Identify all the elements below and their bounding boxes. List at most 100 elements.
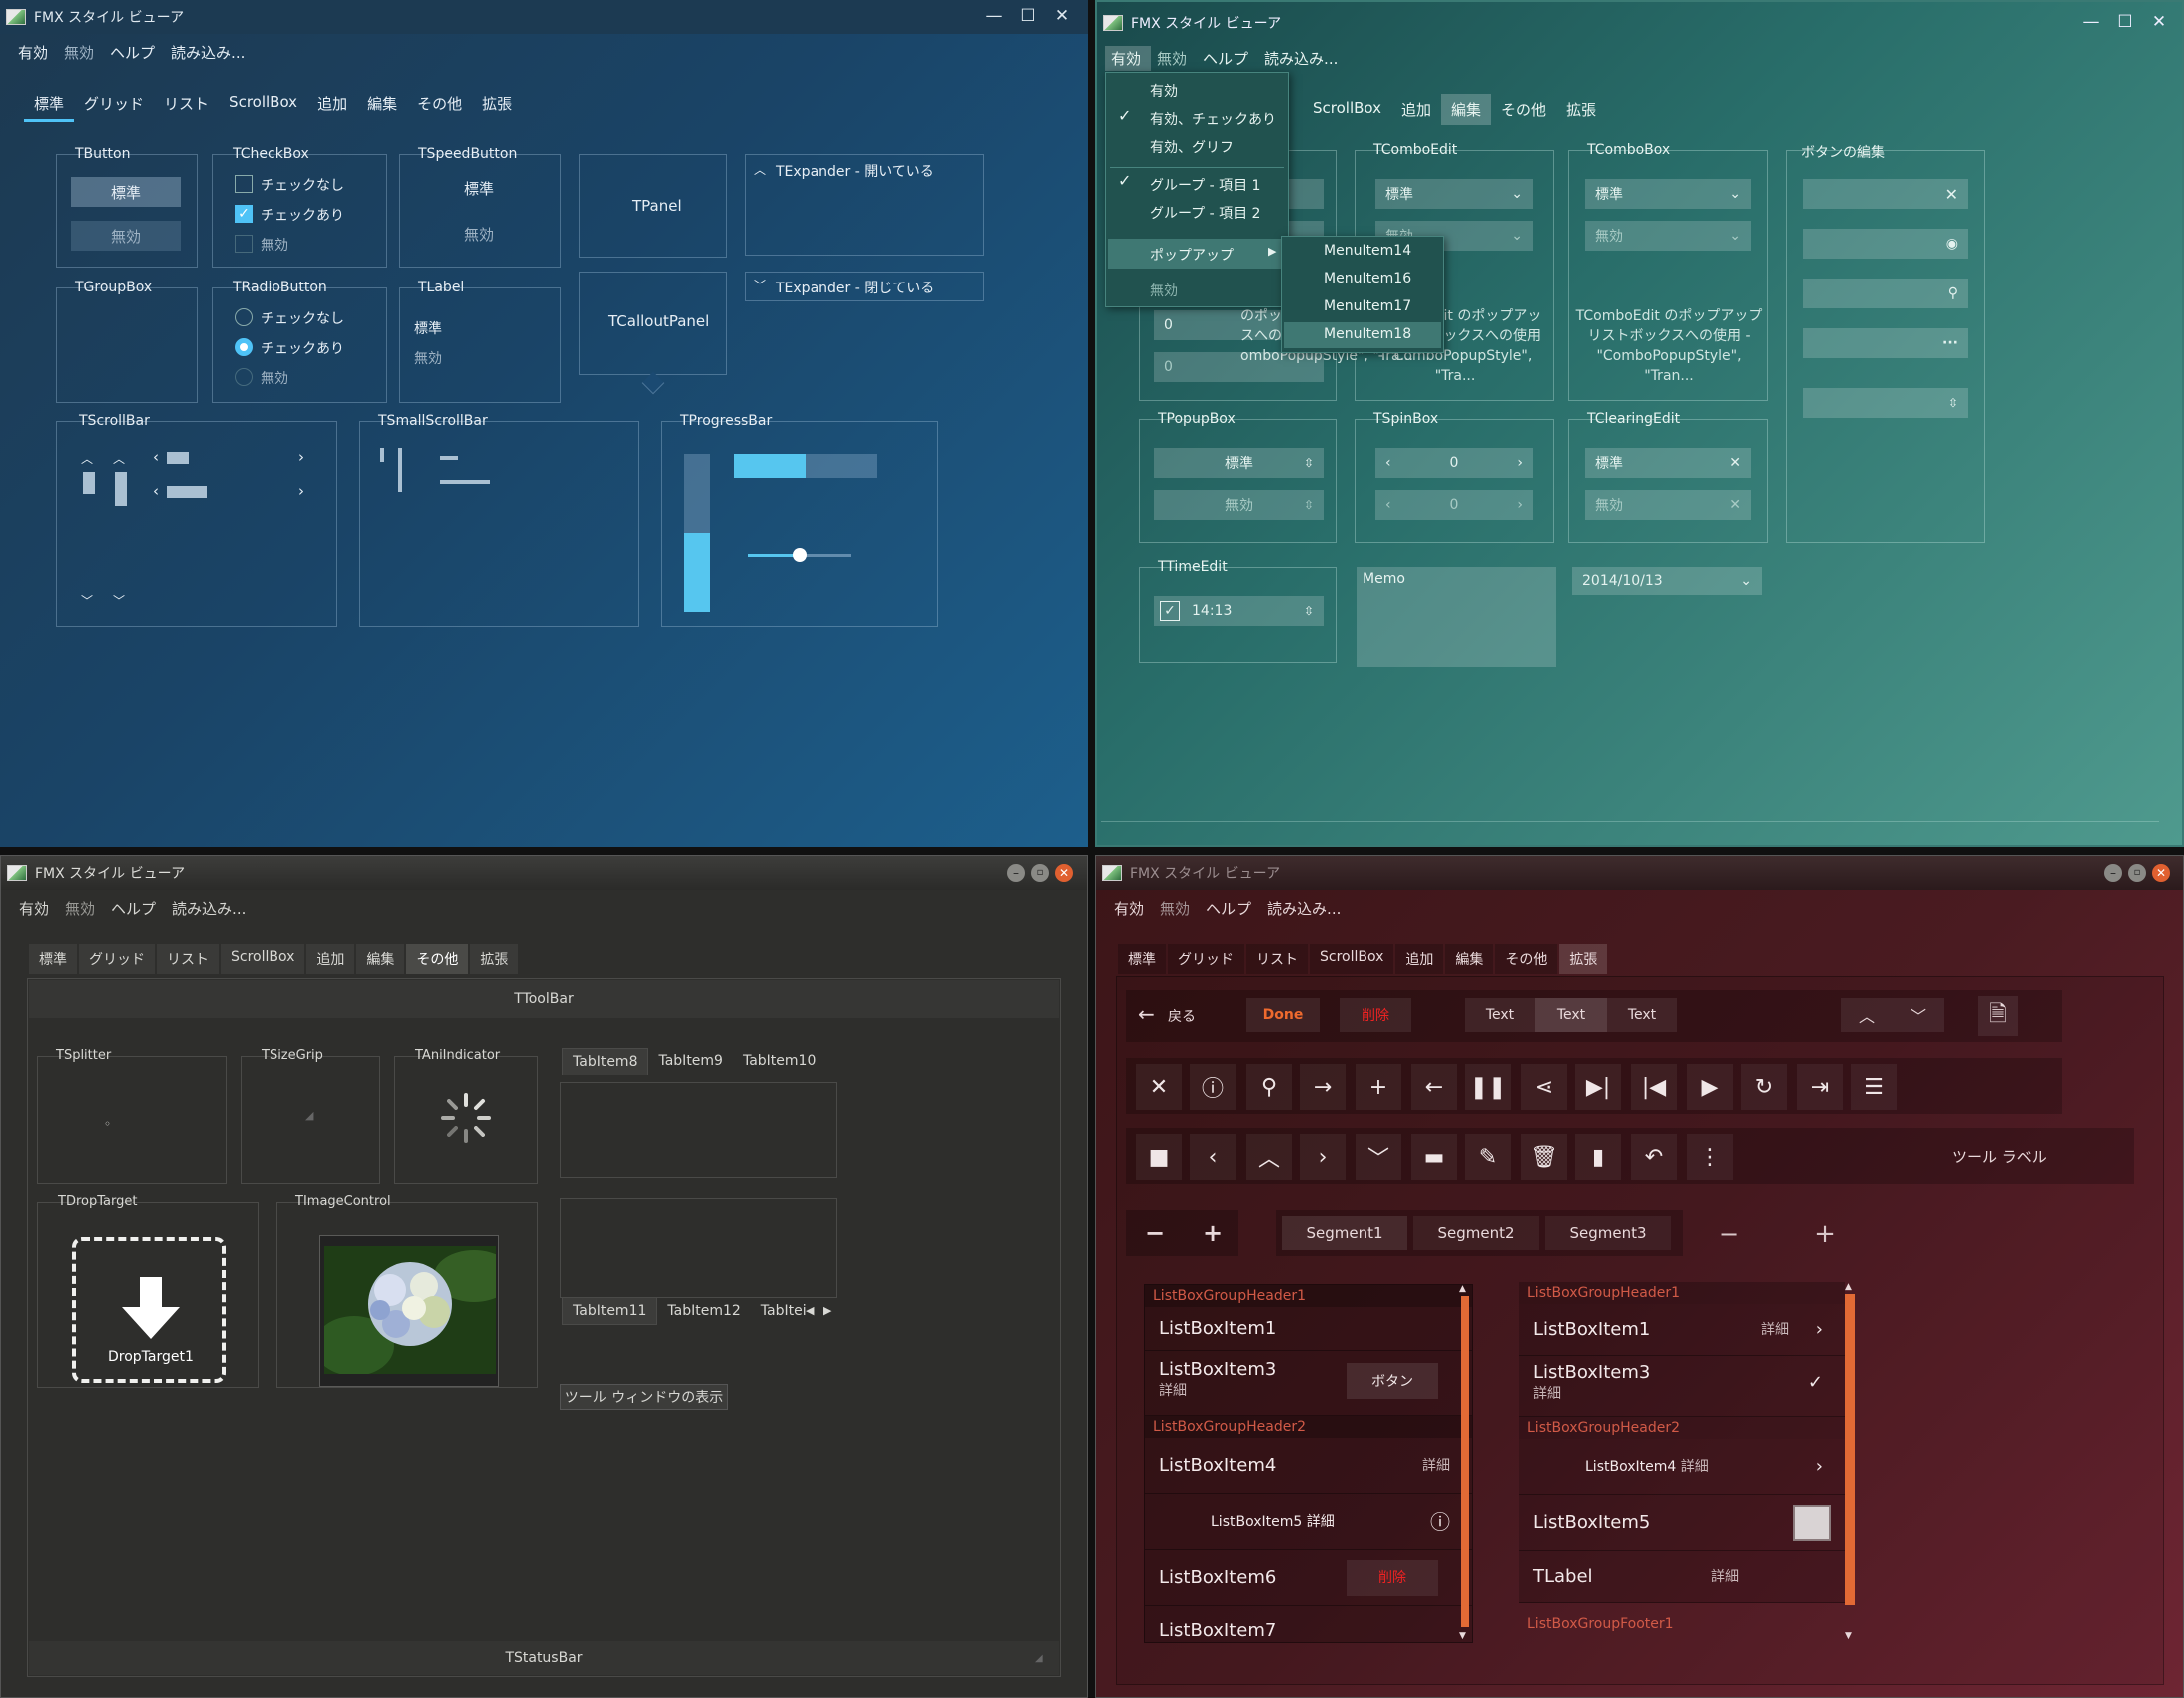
step-forward-icon[interactable]: ▶| — [1575, 1064, 1621, 1110]
menu-load[interactable]: 読み込み... — [166, 896, 256, 921]
date-edit[interactable]: 2014/10/13 ⌄ — [1572, 567, 1762, 595]
spin-box-disabled[interactable]: ‹ 0 › — [1375, 490, 1533, 520]
trackbar-thumb[interactable] — [793, 548, 807, 562]
submenu-item-highlight[interactable]: MenuItem18 — [1284, 322, 1441, 348]
done-button[interactable]: Done — [1246, 998, 1320, 1032]
plus-icon[interactable]: + — [1356, 1064, 1401, 1110]
tab-add[interactable]: 追加 — [1395, 944, 1444, 974]
segment-2[interactable]: Segment2 — [1413, 1216, 1539, 1250]
maximize-icon[interactable]: ☐ — [1016, 8, 1040, 25]
segment-3[interactable]: Segment3 — [1545, 1216, 1671, 1250]
submenu-item[interactable]: MenuItem14 — [1324, 243, 1411, 259]
size-grip-icon[interactable]: ◢ — [1035, 1653, 1043, 1664]
more-vertical-icon[interactable]: ⋮ — [1687, 1134, 1733, 1180]
radio-checked[interactable] — [235, 338, 253, 356]
checkbox-unchecked[interactable] — [235, 175, 253, 193]
tab-edit[interactable]: 編集 — [357, 88, 407, 122]
document-icon[interactable]: 🗎 — [1978, 996, 2018, 1036]
play-icon[interactable]: ▶ — [1687, 1064, 1733, 1110]
clearing-edit[interactable]: 標準 ✕ — [1585, 448, 1751, 478]
back-button[interactable]: 戻る — [1168, 1006, 1196, 1026]
tab-scrollbox[interactable]: ScrollBox — [1303, 94, 1391, 125]
tab-edit[interactable]: 編集 — [1441, 94, 1492, 125]
ellipsis-edit[interactable]: ··· — [1803, 328, 1968, 358]
arrow-left-icon[interactable]: ← — [1138, 1002, 1155, 1026]
delete-button[interactable]: 削除 — [1347, 1560, 1438, 1596]
scroll-up-icon[interactable]: ▲ — [1459, 1284, 1466, 1294]
tab-extend[interactable]: 拡張 — [470, 944, 519, 974]
tab-list[interactable]: リスト — [157, 944, 219, 974]
plus-icon[interactable]: + — [1192, 1216, 1234, 1250]
close-icon[interactable]: ✕ — [2147, 14, 2171, 31]
listbox-right[interactable]: ListBoxGroupHeader1 ListBoxItem1 詳細 › Li… — [1519, 1282, 1845, 1643]
menu-item-disabled[interactable]: 無効 — [1150, 281, 1178, 300]
segment-text-1[interactable]: Text — [1465, 998, 1535, 1032]
radio-disabled[interactable] — [235, 368, 253, 386]
tab-scroll-left-icon[interactable]: ◀ — [806, 1304, 814, 1317]
tab-standard[interactable]: 標準 — [29, 944, 77, 974]
arrow-right-icon[interactable]: → — [1300, 1064, 1346, 1110]
checkbox-checked[interactable]: ✓ — [1160, 601, 1180, 621]
chevron-left-icon[interactable]: ‹ — [1190, 1134, 1236, 1180]
menu-disabled[interactable]: 無効 — [1154, 896, 1200, 921]
menu-help[interactable]: ヘルプ — [1197, 46, 1258, 71]
menu-enabled[interactable]: 有効 — [1108, 896, 1154, 921]
chevron-up-icon[interactable]: ︿ — [1246, 1134, 1292, 1180]
tab-standard[interactable]: 標準 — [24, 88, 75, 122]
minimize-icon[interactable]: — — [982, 8, 1006, 25]
reply-icon[interactable]: ↶ — [1631, 1134, 1677, 1180]
close-icon[interactable]: ✕ — [1945, 185, 1958, 204]
scroll-down-icon[interactable]: ﹀ — [81, 592, 93, 609]
time-edit[interactable]: ✓ 14:13 ⇳ — [1154, 596, 1324, 626]
list-item[interactable]: TLabel 詳細 — [1519, 1551, 1845, 1603]
combo-box[interactable]: 標準 ⌄ — [1585, 179, 1751, 209]
minus-icon[interactable]: − — [1709, 1218, 1749, 1250]
clear-edit[interactable]: ✕ — [1803, 179, 1968, 209]
list-item[interactable]: ListBoxItem3 詳細 ボタン — [1145, 1351, 1472, 1416]
menu-icon[interactable]: ☰ — [1851, 1064, 1897, 1110]
menu-enabled[interactable]: 有効 — [1105, 46, 1152, 71]
bookmark-icon[interactable]: ▮ — [1575, 1134, 1621, 1180]
minimize-icon[interactable]: — — [2079, 14, 2103, 31]
splitter-grip-icon[interactable]: ◦ — [104, 1117, 111, 1131]
tab-edit[interactable]: 編集 — [1445, 944, 1494, 974]
menu-load[interactable]: 読み込み... — [1261, 896, 1351, 921]
number-box-disabled[interactable]: 0 — [1154, 352, 1324, 382]
tab-other[interactable]: その他 — [1491, 94, 1556, 125]
scroll-up-icon[interactable]: ︿ — [81, 450, 93, 467]
expander-caption[interactable]: TExpander - 閉じている — [776, 278, 934, 297]
scrollbar-thumb[interactable] — [1845, 1294, 1855, 1605]
list-item[interactable]: ListBoxItem4 詳細 — [1145, 1438, 1472, 1494]
maximize-icon[interactable]: ▫ — [1031, 864, 1049, 882]
refresh-icon[interactable]: ↻ — [1741, 1064, 1787, 1110]
chevron-down-icon[interactable]: ⌄ — [1511, 186, 1523, 202]
chevron-down-icon[interactable]: ﹀ — [1356, 1134, 1401, 1180]
tab-extend[interactable]: 拡張 — [1559, 944, 1608, 974]
scrollbar-thumb[interactable] — [83, 472, 95, 494]
menu-load[interactable]: 読み込み... — [165, 40, 255, 65]
small-scrollbar-thumb[interactable] — [440, 456, 458, 460]
show-tool-window-button[interactable]: ツール ウィンドウの表示 — [560, 1384, 728, 1410]
small-scrollbar-thumb[interactable] — [440, 480, 490, 484]
minimize-icon[interactable]: – — [2104, 864, 2122, 882]
checkbox-checked[interactable]: ✓ — [235, 205, 253, 223]
memo[interactable]: Memo — [1357, 567, 1556, 667]
menu-load[interactable]: 読み込み... — [1258, 46, 1348, 71]
eye-icon[interactable]: ◉ — [1946, 236, 1958, 252]
chevron-down-icon[interactable]: ⌄ — [1740, 573, 1752, 589]
password-edit[interactable]: ◉ — [1803, 229, 1968, 259]
tab-grid[interactable]: グリッド — [74, 88, 154, 122]
menu-disabled[interactable]: 無効 — [58, 40, 104, 65]
close-icon[interactable]: ✕ — [1055, 864, 1073, 882]
close-icon[interactable]: ✕ — [2152, 864, 2170, 882]
pencil-icon[interactable]: ✎ — [1465, 1134, 1511, 1180]
segment-text-3[interactable]: Text — [1607, 998, 1677, 1032]
combo-box-disabled[interactable]: 無効 ⌄ — [1585, 221, 1751, 251]
tab-other[interactable]: その他 — [407, 88, 472, 122]
size-grip-icon[interactable]: ◢ — [305, 1109, 313, 1122]
list-item[interactable]: ListBoxItem4 詳細 › — [1519, 1439, 1845, 1495]
chevron-up-icon[interactable]: ︿ — [1841, 998, 1893, 1032]
chevron-down-icon[interactable]: ﹀ — [1893, 998, 1944, 1032]
tab-item8[interactable]: TabItem8 — [562, 1048, 649, 1075]
scroll-down-icon[interactable]: ﹀ — [113, 592, 125, 609]
